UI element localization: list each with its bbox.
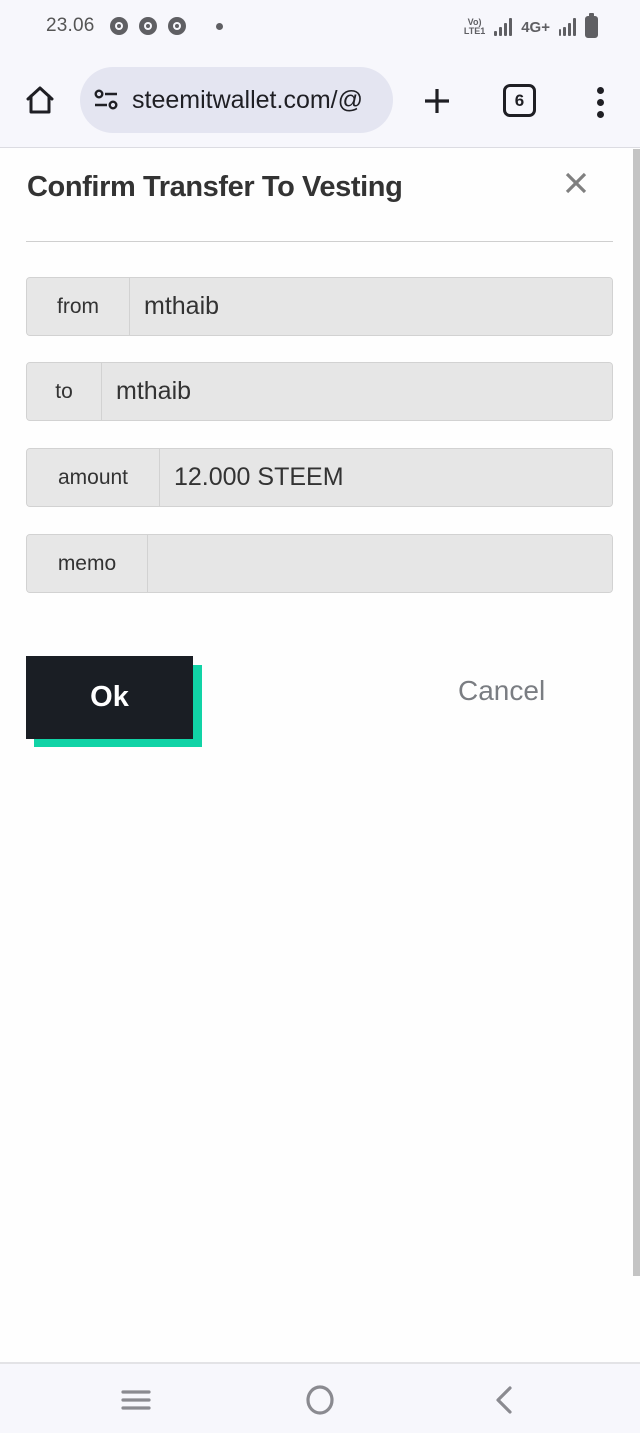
- dialog-title: Confirm Transfer To Vesting: [27, 171, 403, 203]
- battery-icon: [585, 13, 598, 38]
- browser-toolbar: steemitwallet.com/@ 6: [0, 56, 640, 148]
- memo-input[interactable]: [148, 535, 612, 592]
- tune-icon: [94, 89, 118, 110]
- home-button[interactable]: [20, 80, 60, 120]
- to-input[interactable]: [102, 363, 612, 420]
- field-label-from: from: [27, 278, 130, 335]
- more-vert-icon: [596, 86, 604, 94]
- back-icon: [496, 1386, 512, 1414]
- cancel-button[interactable]: Cancel: [458, 675, 545, 707]
- field-to: to: [26, 362, 613, 421]
- from-input[interactable]: [130, 278, 612, 335]
- ok-button[interactable]: Ok: [26, 656, 193, 739]
- title-divider: [26, 241, 613, 242]
- chrome-icon: [139, 17, 157, 35]
- volte-label-bottom: LTE1: [463, 26, 486, 36]
- home-nav-button[interactable]: [298, 1378, 342, 1422]
- field-label-amount: amount: [27, 449, 160, 506]
- chrome-icon: [168, 17, 186, 35]
- signal-icon-sim2: [559, 18, 576, 36]
- back-button[interactable]: [482, 1378, 526, 1422]
- site-settings-button[interactable]: [92, 86, 120, 114]
- url-bar[interactable]: steemitwallet.com/@: [80, 67, 393, 133]
- ok-button-wrapper: Ok: [26, 656, 202, 747]
- field-memo: memo: [26, 534, 613, 593]
- new-tab-button[interactable]: [416, 80, 458, 122]
- chrome-icon: [110, 17, 128, 35]
- plus-icon: [425, 89, 449, 113]
- home-circle-icon: [306, 1385, 334, 1415]
- network-type-label: 4G+: [521, 18, 550, 36]
- confirm-transfer-dialog: Confirm Transfer To Vesting from to amou…: [0, 149, 633, 1362]
- recents-icon: [121, 1390, 151, 1410]
- tab-count: 6: [514, 90, 525, 110]
- close-icon: [565, 172, 587, 194]
- more-notifications-dot-icon: [216, 23, 223, 30]
- field-label-memo: memo: [27, 535, 148, 592]
- recents-button[interactable]: [114, 1378, 158, 1422]
- page-scrollbar[interactable]: [633, 149, 640, 1276]
- status-time: 23.06: [46, 15, 95, 36]
- volte-icon: Vo) LTE1: [464, 18, 485, 36]
- field-amount: amount: [26, 448, 613, 507]
- field-label-to: to: [27, 363, 102, 420]
- tab-switcher-button[interactable]: 6: [503, 84, 536, 117]
- close-button[interactable]: [560, 167, 592, 199]
- signal-icon: [494, 18, 513, 36]
- amount-input[interactable]: [160, 449, 612, 506]
- browser-menu-button[interactable]: [588, 82, 612, 122]
- system-icons: Vo) LTE1 4G+: [464, 13, 598, 40]
- url-text[interactable]: steemitwallet.com/@: [132, 86, 363, 115]
- home-icon: [26, 86, 54, 114]
- status-bar: 23.06 Vo) LTE1 4G+: [0, 0, 640, 56]
- field-from: from: [26, 277, 613, 336]
- system-nav-bar: [0, 1362, 640, 1433]
